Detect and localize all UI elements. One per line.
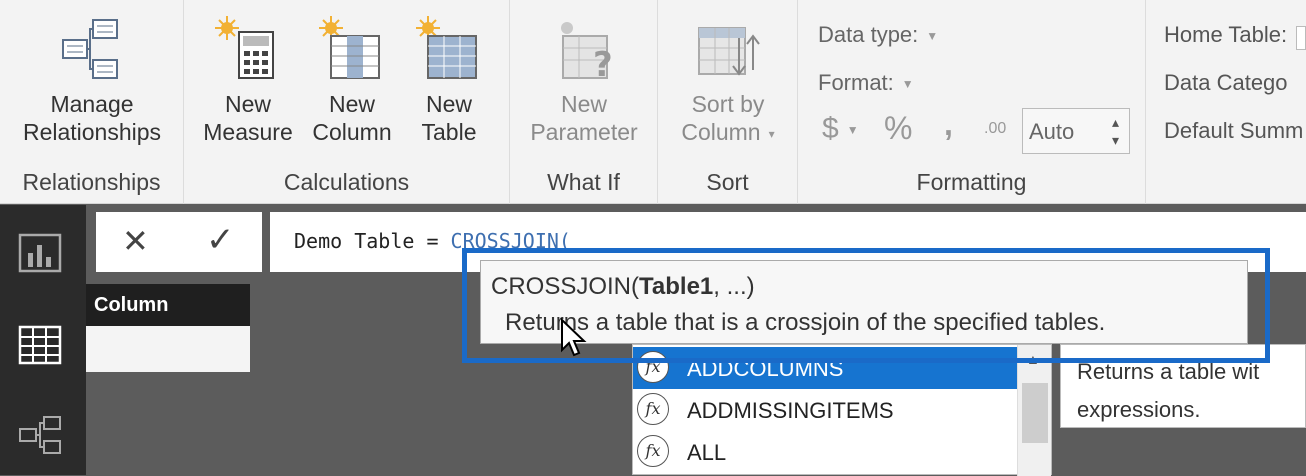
autocomplete-list: fx ADDCOLUMNS fx ADDMISSINGITEMS fx ALL … bbox=[632, 344, 1052, 476]
function-icon: fx bbox=[637, 435, 669, 467]
new-parameter-label-1: New bbox=[560, 91, 607, 117]
mouse-cursor-icon bbox=[561, 318, 587, 357]
new-parameter-button[interactable]: ? New Parameter bbox=[518, 14, 650, 146]
calculator-icon bbox=[215, 16, 274, 79]
relationships-group-label: Relationships bbox=[22, 169, 161, 195]
currency-button[interactable]: $ ▼ bbox=[822, 112, 859, 146]
svg-text:?: ? bbox=[593, 45, 613, 84]
new-measure-label-1: New bbox=[224, 91, 271, 117]
new-table-label-1: New bbox=[425, 91, 472, 117]
manage-label-1: Manage bbox=[50, 91, 134, 117]
chevron-down-icon: ▾ bbox=[768, 126, 775, 141]
new-column-icon bbox=[319, 16, 380, 79]
comma-icon: , bbox=[944, 106, 953, 142]
list-item[interactable]: fx ADDMISSINGITEMS bbox=[633, 389, 1017, 431]
whatif-group-label: What If bbox=[547, 169, 620, 195]
chevron-down-icon: ▼ bbox=[846, 123, 859, 138]
calculations-group-label: Calculations bbox=[283, 169, 410, 195]
formula-prefix: Demo Table = bbox=[294, 229, 451, 253]
formatting-group: Data type: ▼ Format: ▼ $ ▼ % , .00 Formatti… bbox=[798, 0, 1146, 204]
chevron-down-icon: ▼ bbox=[926, 29, 939, 44]
formula-bar-buttons: ✕ ✓ bbox=[96, 212, 262, 272]
new-parameter-label-2: Parameter bbox=[530, 119, 638, 145]
home-table-dropdown[interactable] bbox=[1296, 26, 1306, 50]
manage-relationships-button[interactable]: Manage Relationships bbox=[6, 14, 178, 146]
home-table-label: Home Table: bbox=[1164, 22, 1288, 47]
description-line-2: expressions. bbox=[1077, 397, 1201, 422]
list-item-label: ADDMISSINGITEMS bbox=[687, 398, 894, 423]
list-item-label: ALL bbox=[687, 440, 727, 465]
data-view-icon[interactable] bbox=[18, 323, 64, 369]
comma-button[interactable]: , bbox=[944, 106, 953, 143]
data-type-label: Data type: bbox=[818, 22, 919, 47]
percent-button[interactable]: % bbox=[884, 110, 912, 147]
format-label: Format: bbox=[818, 70, 894, 95]
sort-icon bbox=[698, 27, 760, 76]
left-nav bbox=[0, 205, 86, 475]
relationships-group: Manage Relationships Relationships bbox=[0, 0, 184, 204]
data-type-dropdown[interactable]: Data type: ▼ bbox=[818, 22, 938, 48]
decimal-places-stepper[interactable]: Auto ▴ ▾ bbox=[1022, 108, 1130, 154]
relationships-view-icon[interactable] bbox=[18, 413, 64, 459]
new-table-icon bbox=[416, 16, 477, 79]
new-column-button[interactable]: New Column bbox=[304, 14, 400, 146]
manage-label-2: Relationships bbox=[22, 119, 162, 145]
parameter-icon: ? bbox=[561, 22, 613, 84]
table-cell[interactable] bbox=[86, 326, 250, 372]
default-summarization-label: Default Summ bbox=[1164, 118, 1304, 143]
new-table-button[interactable]: New Table bbox=[406, 14, 492, 146]
new-measure-button[interactable]: New Measure bbox=[198, 14, 298, 146]
function-icon: fx bbox=[637, 393, 669, 425]
sort-group: Sort by Column ▾ Sort bbox=[658, 0, 798, 204]
decimal-places-value: Auto bbox=[1029, 119, 1075, 144]
chevron-down-icon: ▼ bbox=[901, 77, 914, 92]
report-view-icon[interactable] bbox=[18, 231, 64, 277]
spinner-arrows-icon[interactable]: ▴ ▾ bbox=[1112, 113, 1119, 149]
whatif-group: ? New Parameter What If bbox=[510, 0, 658, 204]
scrollbar-thumb[interactable] bbox=[1022, 383, 1048, 443]
sort-group-label: Sort bbox=[706, 169, 749, 195]
list-item[interactable]: fx ALL bbox=[633, 431, 1017, 473]
new-column-label-2: Column bbox=[312, 119, 392, 145]
sort-label-1: Sort by bbox=[691, 91, 765, 117]
scrollbar[interactable]: ▲ bbox=[1017, 345, 1051, 476]
relationships-icon bbox=[62, 19, 118, 79]
ribbon: Manage Relationships Relationships New M… bbox=[0, 0, 1306, 204]
percent-icon: % bbox=[884, 110, 913, 146]
column-header[interactable]: Column bbox=[86, 284, 250, 326]
commit-button[interactable]: ✓ bbox=[206, 220, 235, 260]
decimal-icon: .00 bbox=[984, 120, 1007, 137]
decimal-button[interactable]: .00 bbox=[984, 120, 1006, 138]
currency-icon: $ bbox=[822, 112, 839, 145]
calculations-group: New Measure New Column New Table Calcula… bbox=[184, 0, 510, 204]
new-measure-label-2: Measure bbox=[203, 119, 293, 145]
formatting-group-label: Formatting bbox=[916, 169, 1027, 195]
new-column-label-1: New bbox=[328, 91, 375, 117]
format-dropdown[interactable]: Format: ▼ bbox=[818, 70, 914, 96]
data-category-label: Data Catego bbox=[1164, 70, 1288, 95]
new-table-label-2: Table bbox=[421, 119, 477, 145]
sort-by-column-button[interactable]: Sort by Column ▾ bbox=[664, 14, 792, 148]
cancel-button[interactable]: ✕ bbox=[122, 222, 149, 260]
sort-label-2: Column bbox=[681, 119, 761, 145]
